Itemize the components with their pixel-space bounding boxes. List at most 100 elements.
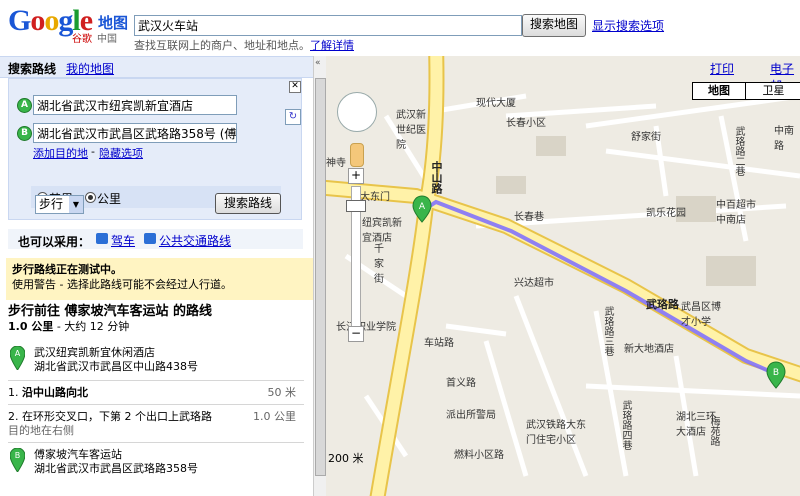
logo-sub-gu-ge: 谷歌 <box>72 34 92 45</box>
map-label: 长江职业学院 <box>336 322 396 333</box>
map-scale: 200 米 <box>328 452 364 465</box>
step-note: 目的地在右侧 <box>8 424 74 437</box>
map-label: 舒家街 <box>631 132 661 143</box>
map-type-satellite-button[interactable]: 卫星 <box>745 82 800 100</box>
map-label: 中百超市中南店 <box>716 200 756 226</box>
map-label: 梅苑路 <box>708 416 719 446</box>
map-label: 现代大厦 <box>476 98 516 109</box>
map-label: 武珞路三巷 <box>602 306 613 356</box>
map-label: 武昌区博才小学 <box>681 302 721 328</box>
map-label: 兴达超市 <box>514 278 554 289</box>
search-hint-text: 查找互联网上的商户、地址和地点。 <box>134 39 310 52</box>
step-row[interactable]: 2. 在环形交叉口，下第 2 个出口上武珞路 1.0 公里 目的地在右侧 <box>8 410 304 438</box>
svg-text:B: B <box>15 451 21 460</box>
close-icon[interactable]: ✕ <box>289 81 301 93</box>
map-label: 中南路 <box>774 126 794 152</box>
step-number: 2. <box>8 410 19 423</box>
radio-km[interactable] <box>85 192 96 203</box>
route-summary: 1.0 公里 - 大约 12 分钟 <box>8 318 129 334</box>
map-label: 武汉铁路大东门住宅小区 <box>526 420 586 446</box>
street-view-pegman-icon[interactable] <box>350 143 364 167</box>
tab-my-maps[interactable]: 我的地图 <box>66 60 114 77</box>
zoom-slider-handle[interactable] <box>346 200 366 212</box>
travel-mode-select[interactable]: 步行 ▼ <box>35 195 84 214</box>
step-distance: 1.0 公里 <box>253 410 296 423</box>
add-destination-link[interactable]: 添加目的地 <box>33 145 88 161</box>
scrollbar-thumb[interactable] <box>315 78 326 476</box>
map-label: 神寺 <box>326 158 346 169</box>
sidebar: 搜索路线 我的地图 A 湖北省武汉市纽宾凯新宜酒店 ✕ B 湖北省武汉市武昌区武… <box>0 56 313 496</box>
step-distance: 50 米 <box>267 386 297 399</box>
map-canvas[interactable]: A B 现代大厦 武汉新世纪医院 长春小区 舒家街 武珞路二巷 中南路 大东门 … <box>326 56 800 496</box>
end-pin-icon: B <box>10 448 25 472</box>
tab-directions[interactable]: 搜索路线 <box>8 60 56 77</box>
bus-icon <box>144 233 156 244</box>
map-label: 燃料小区路 <box>454 450 504 461</box>
search-hint: 查找互联网上的商户、地址和地点。了解详情 <box>134 37 354 53</box>
end-name: 傅家坡汽车客运站 <box>34 448 122 461</box>
sidebar-tabs: 搜索路线 我的地图 <box>0 56 313 78</box>
search-input[interactable] <box>134 15 522 36</box>
start-place: 武汉纽宾凯新宜休闲酒店 湖北省武汉市武昌区中山路438号 <box>34 346 198 374</box>
drive-link[interactable]: 驾车 <box>111 232 135 249</box>
zoom-in-button[interactable]: + <box>348 168 364 184</box>
map-label: 派出所警局 <box>446 410 496 421</box>
marker-b-icon: B <box>17 126 32 141</box>
learn-more-link[interactable]: 了解详情 <box>310 39 354 52</box>
pan-control-icon[interactable] <box>337 92 377 132</box>
map-label: 武汉新世纪医院 <box>396 110 426 151</box>
from-input[interactable]: 湖北省武汉市纽宾凯新宜酒店 <box>33 95 237 115</box>
show-search-options-link[interactable]: 显示搜索选项 <box>592 17 664 34</box>
map-label: 武珞路四巷 <box>620 400 631 450</box>
road-label: 中山路 <box>430 161 443 194</box>
map-label: 车站路 <box>424 338 454 349</box>
start-name: 武汉纽宾凯新宜休闲酒店 <box>34 346 155 359</box>
get-directions-button[interactable]: 搜索路线 <box>215 193 281 214</box>
step-text: 在环形交叉口，下第 2 个出口上武珞路 <box>22 410 212 423</box>
map-label: 长春小区 <box>506 118 546 129</box>
alternative-modes: 也可以采用： 驾车 公共交通路线 <box>8 229 303 249</box>
warning-text: 使用警告 - 选择此路线可能不会经过人行道。 <box>12 278 232 291</box>
map-label: 首义路 <box>446 378 476 389</box>
warning-title: 步行路线正在测试中。 <box>12 263 122 276</box>
divider <box>8 404 304 405</box>
marker-a-icon: A <box>17 98 32 113</box>
route-line <box>420 199 777 376</box>
also-use-label: 也可以采用： <box>18 235 91 249</box>
collapse-icon[interactable]: « <box>315 58 321 68</box>
map-type-map-button[interactable]: 地图 <box>692 82 746 100</box>
map-label: 武珞路二巷 <box>733 126 744 176</box>
transit-link[interactable]: 公共交通路线 <box>159 232 231 249</box>
search-maps-button[interactable]: 搜索地图 <box>522 14 586 37</box>
to-input[interactable]: 湖北省武汉市武昌区武珞路358号 (傅家坡 <box>33 123 237 143</box>
directions-form: A 湖北省武汉市纽宾凯新宜酒店 ✕ B 湖北省武汉市武昌区武珞路358号 (傅家… <box>8 78 302 220</box>
header: Google 谷歌 中国 地图 搜索地图 显示搜索选项 查找互联网上的商户、地址… <box>0 0 800 56</box>
svg-text:A: A <box>15 349 21 358</box>
start-address: 湖北省武汉市武昌区中山路438号 <box>34 360 198 373</box>
end-address: 湖北省武汉市武昌区武珞路358号 <box>34 462 198 475</box>
chevron-down-icon: ▼ <box>69 196 83 213</box>
step-text: 沿中山路向北 <box>22 386 88 399</box>
end-place: 傅家坡汽车客运站 湖北省武汉市武昌区武珞路358号 <box>34 448 198 476</box>
route-time: 大约 12 分钟 <box>64 320 130 333</box>
unit-km-label: 公里 <box>97 192 122 206</box>
travel-mode-value: 步行 <box>39 197 64 211</box>
divider <box>8 380 304 381</box>
print-link[interactable]: 打印 <box>710 60 734 77</box>
hide-options-link[interactable]: 隐藏选项 <box>99 145 143 161</box>
swap-icon[interactable]: ↻ <box>285 109 301 125</box>
divider <box>8 442 304 443</box>
zoom-out-button[interactable]: − <box>348 326 364 342</box>
car-icon <box>96 233 108 244</box>
svg-text:B: B <box>773 368 779 378</box>
road-label: 武珞路 <box>646 298 679 311</box>
map-label: 新大地酒店 <box>624 344 674 355</box>
separator: - <box>91 145 95 158</box>
map-label: 凯乐花园 <box>646 208 686 219</box>
start-pin-icon: A <box>10 346 25 370</box>
route-title: 步行前往 傅家坡汽车客运站 的路线 <box>8 304 213 319</box>
route-distance: 1.0 公里 <box>8 320 54 333</box>
sidebar-scrollbar[interactable]: « <box>313 56 326 496</box>
map-label: 千家街 <box>374 244 384 285</box>
maps-label: 地图 <box>98 14 129 32</box>
